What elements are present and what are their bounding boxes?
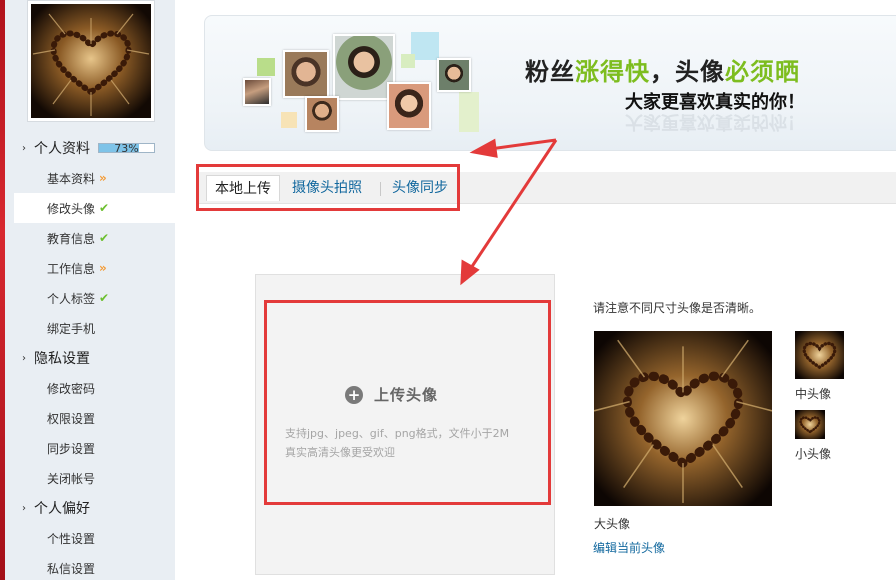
nav-item-label: 私信设置: [47, 561, 96, 576]
upload-button-label: 上传头像: [374, 386, 439, 404]
sidebar-item-work[interactable]: 工作信息 »: [5, 253, 175, 283]
sidebar-item-basic-info[interactable]: 基本资料 »: [5, 163, 175, 193]
nav-item-label: 工作信息: [47, 261, 96, 276]
nav-group-preferences[interactable]: › 个人偏好: [5, 493, 175, 523]
medium-avatar-label: 中头像: [795, 387, 832, 401]
nav-item-label: 修改头像: [47, 201, 96, 216]
small-avatar-label: 小头像: [795, 447, 832, 461]
nav-group-label: 个人偏好: [34, 501, 90, 517]
user-photo: [437, 58, 471, 92]
check-icon: ✔: [99, 231, 110, 245]
promo-banner: 粉丝涨得快，头像必须晒 大家更喜欢真实的你！ 大家更喜欢真实的你！: [204, 15, 896, 151]
bullet-icon: ›: [22, 502, 26, 514]
sidebar-item-bind-phone[interactable]: 绑定手机: [5, 313, 175, 343]
deco-square: [401, 54, 415, 68]
nav-item-label: 基本资料: [47, 171, 96, 186]
profile-completion-bar: 73%: [98, 142, 155, 155]
nav-group-label: 隐私设置: [34, 351, 90, 367]
upload-hint-formats: 支持jpg、jpeg、gif、png格式，文件小于2M: [285, 427, 510, 440]
sidebar-item-personalization[interactable]: 个性设置: [5, 523, 175, 553]
sidebar: › 个人资料 73% 基本资料 » 修改头像 ✔ 教育信息 ✔ 工作信息 » 个…: [5, 0, 175, 580]
nav-item-label: 关闭帐号: [47, 471, 96, 486]
progress-text: 73%: [114, 142, 139, 155]
user-photo: [333, 34, 395, 100]
deco-square: [411, 32, 439, 60]
sidebar-item-message-settings[interactable]: 私信设置: [5, 553, 175, 580]
banner-title: 粉丝涨得快，头像必须晒: [525, 58, 800, 86]
sidebar-item-close-account[interactable]: 关闭帐号: [5, 463, 175, 493]
nav-item-label: 修改密码: [47, 381, 96, 396]
avatar-preview-medium: [795, 331, 844, 379]
deco-square: [281, 112, 297, 128]
plus-icon: +: [345, 385, 363, 404]
current-avatar[interactable]: [27, 0, 155, 122]
incomplete-arrow-icon: »: [99, 171, 107, 185]
user-photo: [243, 78, 271, 106]
settings-nav: › 个人资料 73% 基本资料 » 修改头像 ✔ 教育信息 ✔ 工作信息 » 个…: [5, 133, 175, 580]
nav-item-label: 个性设置: [47, 531, 96, 546]
preview-note: 请注意不同尺寸头像是否清晰。: [593, 301, 762, 315]
nav-item-label: 教育信息: [47, 231, 96, 246]
sidebar-item-tags[interactable]: 个人标签 ✔: [5, 283, 175, 313]
avatar-preview-large: [594, 331, 772, 506]
upload-hint-quality: 真实高清头像更受欢迎: [285, 446, 395, 459]
nav-item-label: 权限设置: [47, 411, 96, 426]
banner-subtitle-reflection: 大家更喜欢真实的你！: [625, 111, 805, 132]
deco-square: [257, 58, 275, 76]
large-avatar-label: 大头像: [594, 517, 631, 531]
bullet-icon: ›: [22, 142, 26, 154]
edit-current-avatar-link[interactable]: 编辑当前头像: [593, 539, 665, 556]
bullet-icon: ›: [22, 352, 26, 364]
page-root: › 个人资料 73% 基本资料 » 修改头像 ✔ 教育信息 ✔ 工作信息 » 个…: [0, 0, 896, 580]
sidebar-item-education[interactable]: 教育信息 ✔: [5, 223, 175, 253]
user-photo: [387, 82, 431, 130]
incomplete-arrow-icon: »: [99, 261, 107, 275]
deco-square: [459, 92, 479, 132]
nav-item-label: 同步设置: [47, 441, 96, 456]
sidebar-item-change-password[interactable]: 修改密码: [5, 373, 175, 403]
nav-item-label: 绑定手机: [47, 321, 96, 336]
nav-item-label: 个人标签: [47, 291, 96, 306]
upload-avatar-button[interactable]: + 上传头像: [345, 384, 438, 405]
user-photo: [283, 50, 329, 98]
sidebar-item-sync[interactable]: 同步设置: [5, 433, 175, 463]
sidebar-item-change-avatar[interactable]: 修改头像 ✔: [14, 193, 175, 223]
check-icon: ✔: [99, 201, 110, 215]
heart-matches-image: [31, 4, 151, 118]
nav-group-label: 个人资料: [34, 141, 90, 157]
avatar-preview-small: [795, 410, 825, 439]
nav-group-privacy[interactable]: › 隐私设置: [5, 343, 175, 373]
sidebar-item-permissions[interactable]: 权限设置: [5, 403, 175, 433]
user-photo: [305, 96, 339, 132]
nav-group-profile[interactable]: › 个人资料 73%: [5, 133, 175, 163]
check-icon: ✔: [99, 291, 110, 305]
main-content: 粉丝涨得快，头像必须晒 大家更喜欢真实的你！ 大家更喜欢真实的你！ 本地上传 摄…: [175, 0, 896, 580]
tabs-callout-box: [196, 164, 460, 211]
